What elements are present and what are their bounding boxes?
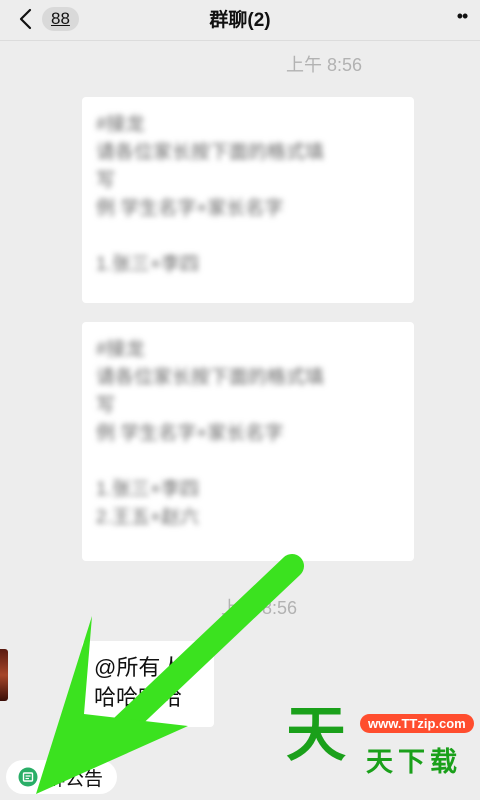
message-line: 写 xyxy=(96,170,116,191)
announcement-icon xyxy=(18,767,38,787)
message-line: 1.张三+李四 xyxy=(96,479,199,500)
chat-screen: 88 群聊(2) •• 上午 8:56 #接龙 请各位家长按下面的格式填 写 例… xyxy=(0,0,480,800)
message-line: 请各位家长按下面的格式填 xyxy=(96,367,325,388)
message-line: 写 xyxy=(96,395,116,416)
message-line xyxy=(96,223,400,251)
more-options-button[interactable]: •• xyxy=(452,6,472,28)
message-line: #接龙 xyxy=(96,339,145,360)
message-line: 例 学生名字+家长名字 xyxy=(96,423,284,444)
blurred-message-text: #接龙 请各位家长按下面的格式填 写 例 学生名字+家长名字 1.张三+李四 2… xyxy=(82,322,414,546)
message-line: 例 学生名字+家长名字 xyxy=(96,198,284,219)
site-watermark: 天 www.TTzip.com 天下载 xyxy=(286,702,476,782)
message-line xyxy=(96,448,400,476)
message-bubble[interactable]: #接龙 请各位家长按下面的格式填 写 例 学生名字+家长名字 1.张三+李四 xyxy=(82,97,414,303)
message-bubble[interactable]: @所有人 哈哈哈哈 xyxy=(82,641,214,727)
message-line: 2.王五+赵六 xyxy=(96,507,199,528)
avatar[interactable] xyxy=(0,649,8,701)
watermark-logo-char: 天 xyxy=(286,701,346,768)
message-timestamp: 上午 8:56 xyxy=(286,55,363,75)
message-line: #接龙 xyxy=(96,114,145,135)
chat-title: 群聊(2) xyxy=(209,10,271,31)
message-line: 请各位家长按下面的格式填 xyxy=(96,142,325,163)
message-list[interactable]: 上午 8:56 #接龙 请各位家长按下面的格式填 写 例 学生名字+家长名字 1… xyxy=(0,41,480,800)
watermark-text: 天下载 xyxy=(366,747,462,777)
group-notice-button[interactable]: 群公告 xyxy=(6,760,118,794)
blurred-message-text: #接龙 请各位家长按下面的格式填 写 例 学生名字+家长名字 1.张三+李四 xyxy=(82,97,414,293)
message-line: 1.张三+李四 xyxy=(96,254,199,275)
message-bubble[interactable]: #接龙 请各位家长按下面的格式填 写 例 学生名字+家长名字 1.张三+李四 2… xyxy=(82,322,414,561)
group-notice-label: 群公告 xyxy=(46,768,104,790)
message-timestamp: 上午 8:56 xyxy=(221,598,298,618)
watermark-url: www.TTzip.com xyxy=(360,714,474,733)
chat-header: 88 群聊(2) •• xyxy=(0,0,480,41)
message-text: @所有人 哈哈哈哈 xyxy=(94,655,183,710)
